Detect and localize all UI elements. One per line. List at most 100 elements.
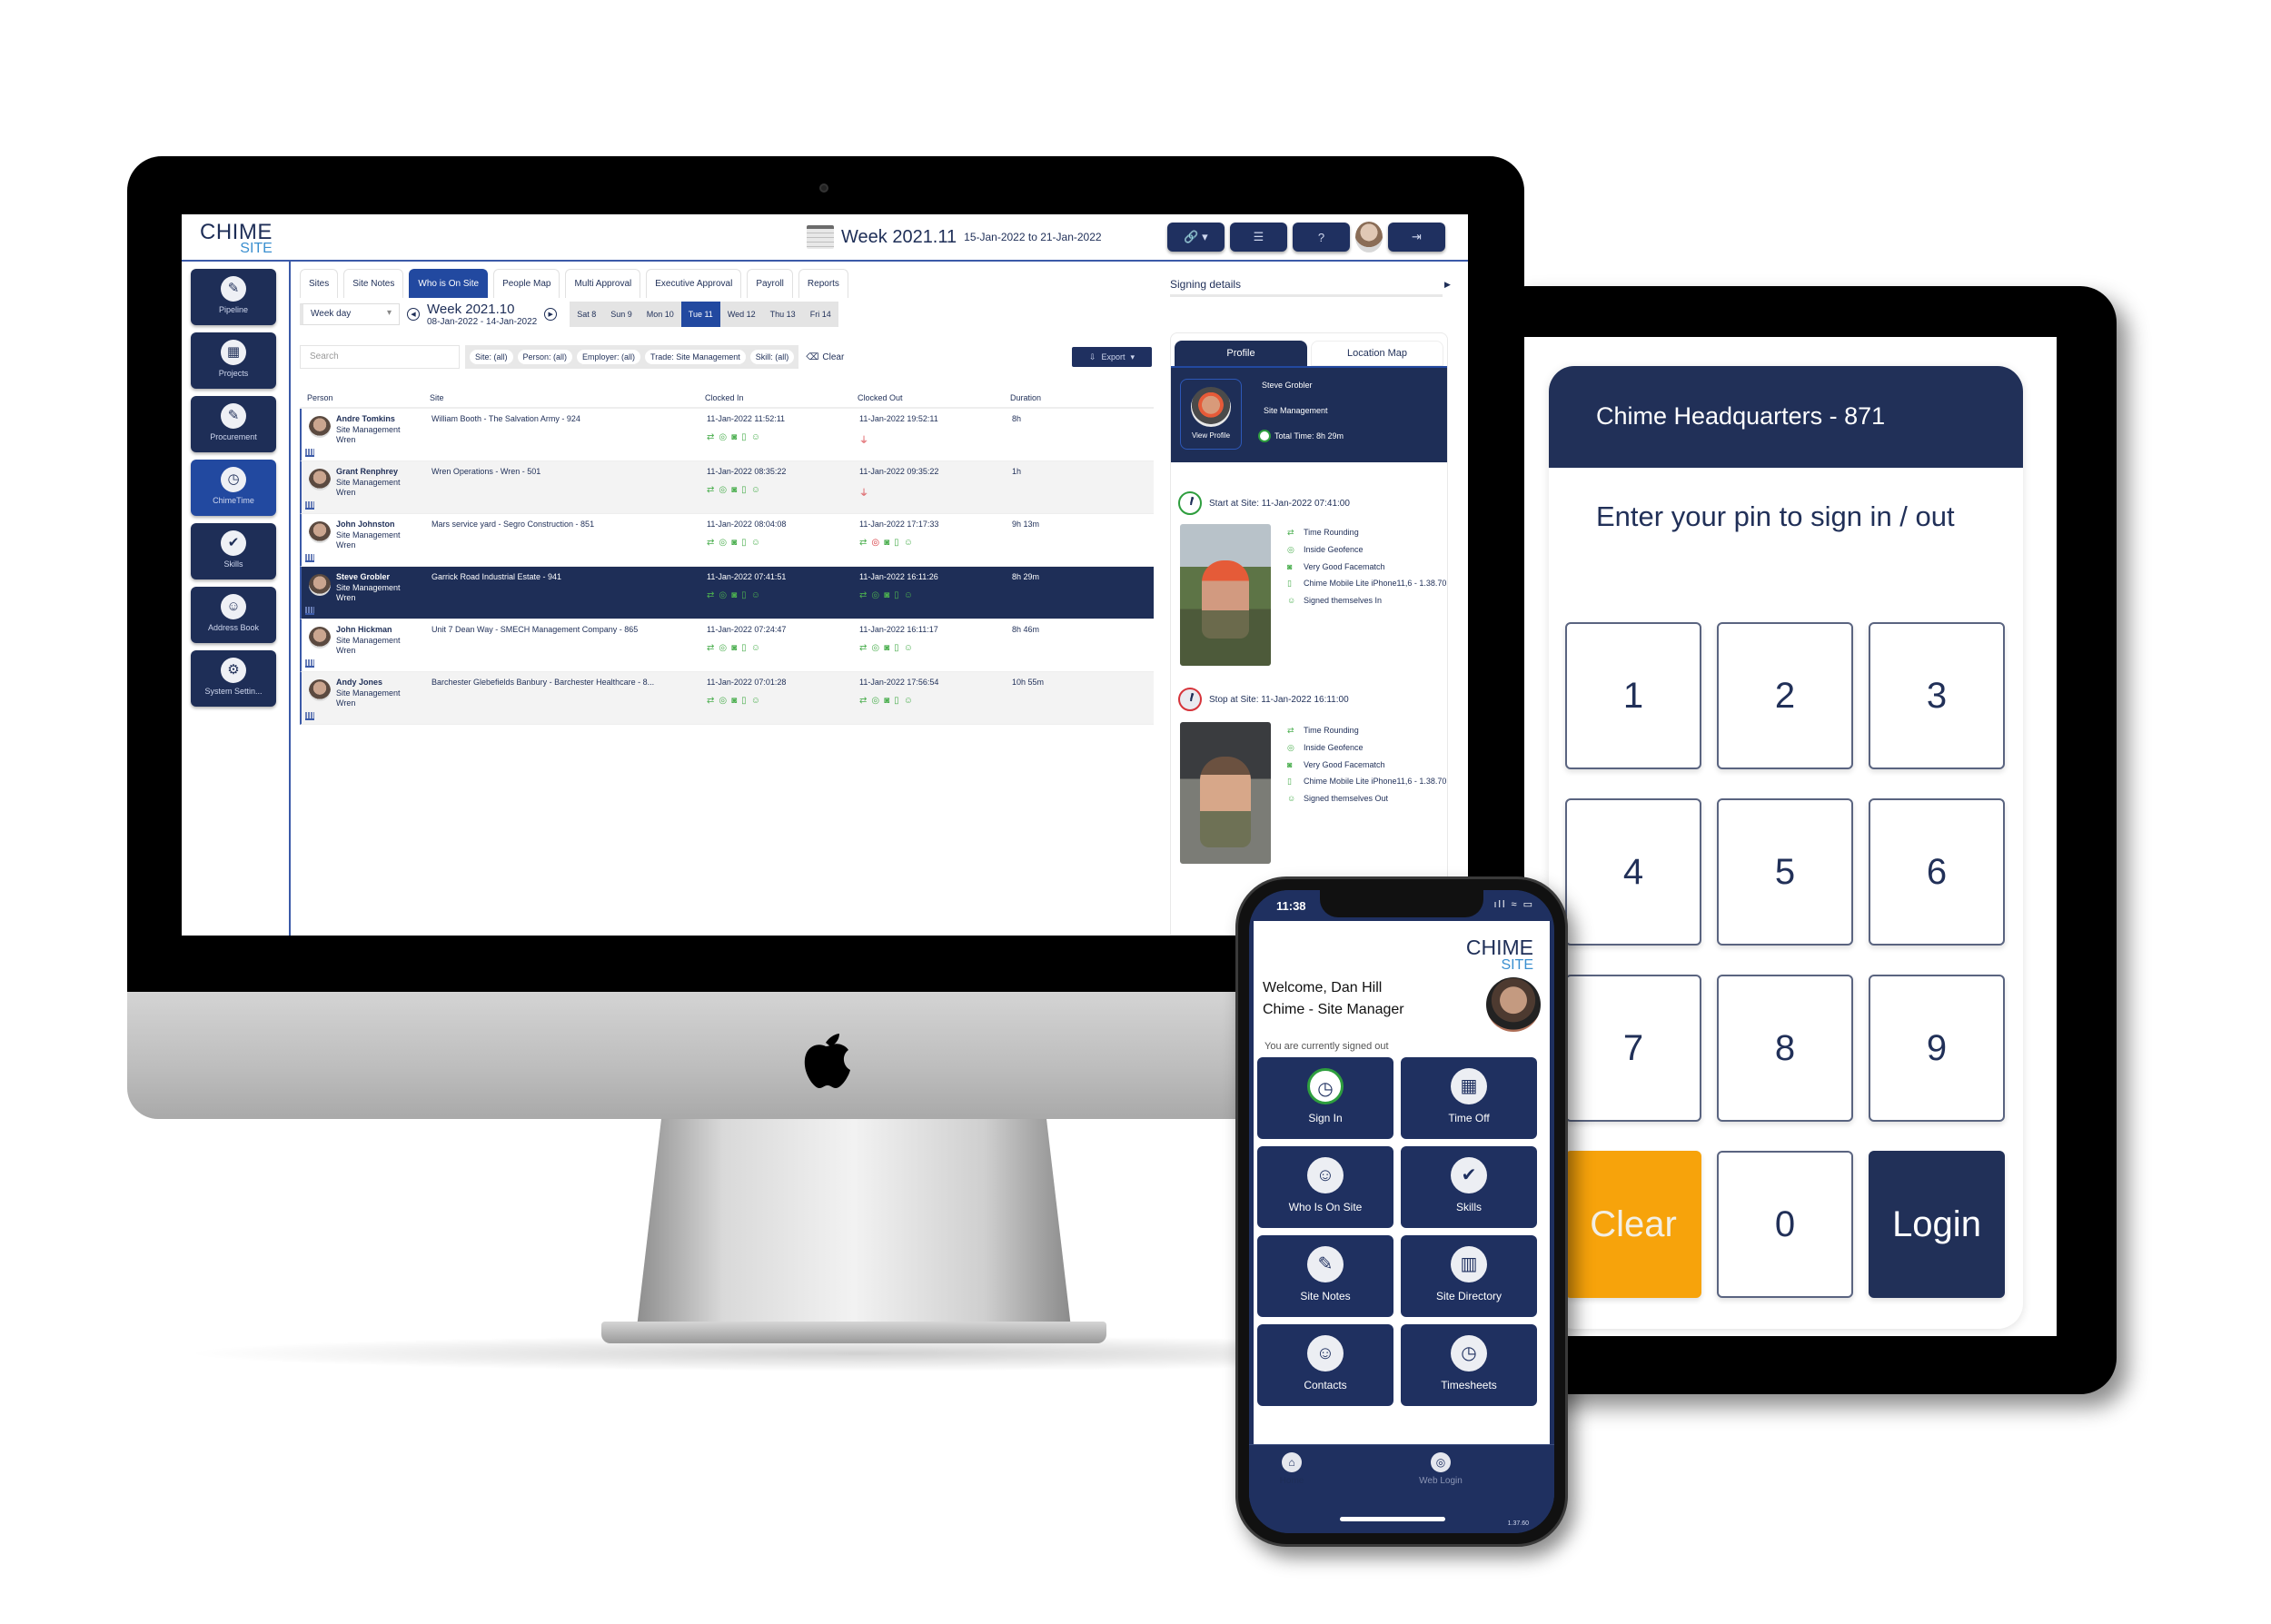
clear-label: Clear xyxy=(822,352,845,362)
view-profile-button[interactable]: View Profile xyxy=(1180,379,1242,450)
day-wed-12[interactable]: Wed 12 xyxy=(720,302,763,327)
table-row[interactable]: Andre Tomkins Site Management Wren William … xyxy=(300,409,1154,461)
tab-reports[interactable]: Reports xyxy=(798,269,848,298)
col-duration[interactable]: Duration xyxy=(1010,393,1101,402)
tab-web-login[interactable]: ◎ Web Login xyxy=(1400,1452,1482,1486)
filter-chip-site[interactable]: Site: (all) xyxy=(470,350,513,364)
current-week-title: Week 2021.11 xyxy=(841,226,957,247)
phone-user-avatar[interactable] xyxy=(1486,977,1541,1032)
tile-skills[interactable]: ✔ Skills xyxy=(1401,1146,1537,1228)
home-indicator[interactable] xyxy=(1340,1517,1445,1521)
table-row[interactable]: Andy Jones Site Management Wren Barchester … xyxy=(300,672,1154,725)
person-avatar xyxy=(309,679,331,701)
skills-icon: ✔ xyxy=(221,530,246,556)
filter-chip-employer[interactable]: Employer: (all) xyxy=(577,350,641,364)
tile-contacts[interactable]: ☺ Contacts xyxy=(1257,1324,1393,1406)
mobile-device-icon: ▯ xyxy=(741,485,747,495)
day-mon-10[interactable]: Mon 10 xyxy=(640,302,681,327)
table-row[interactable]: John Hickman Site Management Wren Unit 7 De… xyxy=(300,619,1154,672)
start-selfie-photo[interactable] xyxy=(1180,524,1271,666)
table-row[interactable]: Grant Renphrey Site Management Wren Wren Op… xyxy=(300,461,1154,514)
signing-detail-item: ◎ Inside Geofence xyxy=(1287,743,1446,753)
key-9-button[interactable]: 9 xyxy=(1869,975,2005,1122)
day-sat-8[interactable]: Sat 8 xyxy=(570,302,603,327)
tab-multi-approval[interactable]: Multi Approval xyxy=(565,269,641,298)
sidebar-item-pipeline[interactable]: ✎ Pipeline xyxy=(191,269,276,325)
sidebar-item-address-book[interactable]: ☺ Address Book xyxy=(191,587,276,643)
day-fri-14[interactable]: Fri 14 xyxy=(803,302,838,327)
sidebar-item-procurement[interactable]: ✎ Procurement xyxy=(191,396,276,452)
tasks-button[interactable]: ☰ xyxy=(1230,223,1287,252)
tab-profile[interactable]: Profile xyxy=(1175,341,1307,366)
tab-site-notes[interactable]: Site Notes xyxy=(343,269,404,298)
key-7-button[interactable]: 7 xyxy=(1565,975,1701,1122)
time-rounding-icon: ⇄ xyxy=(859,696,868,706)
clear-filters-button[interactable]: ⌫ Clear xyxy=(798,345,852,369)
tab-home[interactable]: ⌂ Home xyxy=(1251,1452,1333,1486)
key-login-button[interactable]: Login xyxy=(1869,1151,2005,1298)
next-week-button[interactable]: ▶ xyxy=(544,308,558,322)
key-2-button[interactable]: 2 xyxy=(1717,622,1853,769)
site-cell: Mars service yard - Segro Construction -… xyxy=(431,520,595,529)
tab-people-map[interactable]: People Map xyxy=(493,269,560,298)
logout-icon: ⇥ xyxy=(1412,230,1422,243)
sidebar-item-skills[interactable]: ✔ Skills xyxy=(191,523,276,579)
key-3-button[interactable]: 3 xyxy=(1869,622,2005,769)
mobile-device-icon: ▯ xyxy=(741,643,747,653)
table-row[interactable]: Steve Grobler Site Management Wren Garrick … xyxy=(300,567,1154,619)
table-row[interactable]: John Johnston Site Management Wren Mars ser… xyxy=(300,514,1154,567)
tile-who-is-on-site[interactable]: ☺ Who Is On Site xyxy=(1257,1146,1393,1228)
day-tue-11[interactable]: Tue 11 xyxy=(680,302,720,328)
tab-location-map[interactable]: Location Map xyxy=(1311,341,1443,366)
tablet-device: Chime Headquarters - 871 Enter your pin … xyxy=(1490,286,2117,1394)
tile-timesheets[interactable]: ◷ Timesheets xyxy=(1401,1324,1537,1406)
key-0-button[interactable]: 0 xyxy=(1717,1151,1853,1298)
link-menu-button[interactable]: 🔗 ▾ xyxy=(1167,223,1225,252)
day-sun-9[interactable]: Sun 9 xyxy=(603,302,640,327)
tile-site-notes[interactable]: ✎ Site Notes xyxy=(1257,1235,1393,1317)
key-4-button[interactable]: 4 xyxy=(1565,798,1701,946)
col-person[interactable]: Person xyxy=(300,393,430,402)
signing-status-icons: ⇄ ◎ ◙ ▯ ☺ xyxy=(859,696,1012,706)
duration-cell: 8h xyxy=(1012,414,1022,423)
clocked-in-time: 11-Jan-2022 07:01:28 xyxy=(707,678,787,687)
help-button[interactable]: ? xyxy=(1293,223,1350,252)
tile-time-off[interactable]: ▦ Time Off xyxy=(1401,1057,1537,1139)
tab-executive-approval[interactable]: Executive Approval xyxy=(646,269,742,298)
filter-chip-skill[interactable]: Skill: (all) xyxy=(749,350,795,364)
col-clocked-out[interactable]: Clocked Out xyxy=(858,393,1010,402)
filter-chip-trade[interactable]: Trade: Site Management xyxy=(645,350,746,364)
sidebar-item-system-settin[interactable]: ⚙ System Settin... xyxy=(191,650,276,707)
prev-week-button[interactable]: ◀ xyxy=(407,308,420,322)
tab-payroll[interactable]: Payroll xyxy=(747,269,793,298)
export-button[interactable]: ⇩ Export ▾ xyxy=(1072,347,1152,367)
tile-site-directory[interactable]: ▥ Site Directory xyxy=(1401,1235,1537,1317)
link-icon: 🔗 ▾ xyxy=(1184,230,1208,243)
key-5-button[interactable]: 5 xyxy=(1717,798,1853,946)
tab-who-is-on-site[interactable]: Who is On Site xyxy=(409,269,489,298)
person-info: Grant Renphrey Site Management Wren xyxy=(336,467,401,513)
sidebar-item-projects[interactable]: ▦ Projects xyxy=(191,332,276,389)
sidebar-item-chimetime[interactable]: ◷ ChimeTime xyxy=(191,460,276,516)
key-clear-button[interactable]: Clear xyxy=(1565,1151,1701,1298)
collapse-arrow-icon[interactable]: ▶ xyxy=(1444,280,1451,290)
key-1-button[interactable]: 1 xyxy=(1565,622,1701,769)
signing-detail-item: ▯ Chime Mobile Lite iPhone11,6 - 1.38.70 xyxy=(1287,579,1446,589)
day-thu-13[interactable]: Thu 13 xyxy=(763,302,803,327)
col-site[interactable]: Site xyxy=(430,393,705,402)
period-select[interactable]: Week day xyxy=(300,303,400,326)
key-6-button[interactable]: 6 xyxy=(1869,798,2005,946)
col-clocked-in[interactable]: Clocked In xyxy=(705,393,858,402)
stop-selfie-photo[interactable] xyxy=(1180,722,1271,864)
tab-sites[interactable]: Sites xyxy=(300,269,339,298)
filter-chip-person[interactable]: Person: (all) xyxy=(517,350,573,364)
logout-button[interactable]: ⇥ xyxy=(1388,223,1445,252)
key-8-button[interactable]: 8 xyxy=(1717,975,1853,1122)
time-off-icon: ▦ xyxy=(1451,1068,1487,1104)
clocked-out-cell: 11-Jan-2022 19:52:11 ⏚ xyxy=(859,414,1012,460)
user-avatar[interactable] xyxy=(1355,222,1383,253)
search-input[interactable]: Search xyxy=(300,345,460,369)
clocked-out-time: 11-Jan-2022 09:35:22 xyxy=(859,467,939,476)
tile-sign-in[interactable]: ◷ Sign In xyxy=(1257,1057,1393,1139)
chime-site-logo[interactable]: CHIME SITE xyxy=(200,222,273,256)
